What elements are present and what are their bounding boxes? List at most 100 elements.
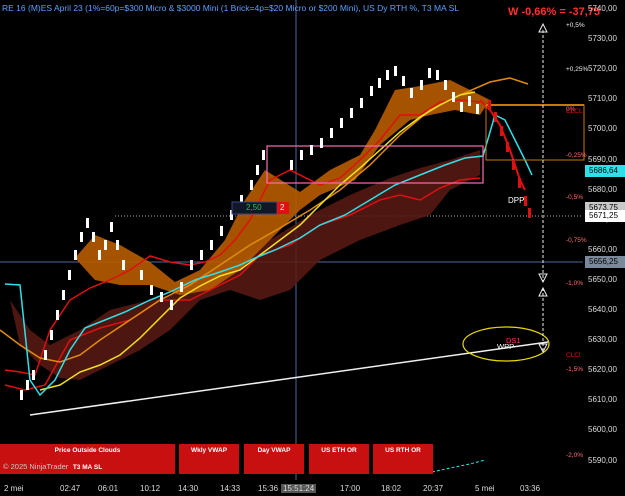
renko-brick — [340, 118, 343, 128]
renko-brick — [360, 98, 363, 108]
renko-brick-down — [512, 160, 515, 170]
price-axis-label: 5720,00 — [588, 64, 617, 74]
percent-level-label: -0,25% — [566, 152, 587, 159]
renko-brick — [110, 222, 113, 232]
percent-level-label: +0,25% — [566, 66, 589, 73]
renko-brick-down — [518, 178, 521, 188]
renko-brick-down — [500, 126, 503, 136]
renko-brick-down — [506, 142, 509, 152]
copyright: © 2025 NinjaTrader — [3, 462, 69, 471]
us-eth-or-button[interactable]: US ETH OR — [309, 444, 369, 474]
price-axis-label: 5640,00 — [588, 305, 617, 314]
renko-brick — [256, 165, 259, 175]
renko-brick — [160, 292, 163, 302]
time-axis-label: 15:36 — [258, 484, 279, 493]
box-left-value: 2,50 — [246, 203, 262, 212]
price-axis-label: 5610,00 — [588, 395, 617, 405]
renko-brick — [68, 270, 71, 280]
pnl-readout: W -0,66% = -37,75 — [508, 6, 601, 18]
renko-brick — [80, 232, 83, 242]
price-axis-label: 5590,00 — [588, 455, 617, 465]
renko-brick — [250, 180, 253, 190]
renko-brick-down — [528, 208, 531, 218]
renko-brick — [262, 150, 265, 160]
clcl-label: CLCL — [566, 108, 583, 115]
clcl-label-2: CLCl — [566, 352, 581, 359]
renko-brick — [104, 240, 107, 250]
price-axis-label: 5650,00 — [588, 274, 617, 284]
renko-brick — [44, 350, 47, 360]
renko-brick — [150, 285, 153, 295]
ds1-label: DS1 — [506, 336, 521, 345]
percent-level-label: -1,5% — [566, 366, 583, 373]
renko-brick — [290, 160, 293, 170]
price-axis-label: 5680,00 — [588, 184, 617, 194]
renko-brick — [428, 68, 431, 78]
time-axis-label: 02:47 — [60, 484, 81, 493]
time-axis-label: 03:36 — [520, 484, 541, 493]
percent-level-label: -2,0% — [566, 452, 583, 459]
day-vwap-button[interactable]: Day VWAP — [244, 444, 304, 474]
time-axis-label: 10:12 — [140, 484, 161, 493]
renko-brick — [98, 250, 101, 260]
time-axis-label: 06:01 — [98, 484, 119, 493]
time-axis-label: 18:02 — [381, 484, 402, 493]
renko-brick — [56, 310, 59, 320]
renko-brick — [200, 250, 203, 260]
renko-brick — [62, 290, 65, 300]
renko-brick — [310, 145, 313, 155]
renko-brick — [320, 138, 323, 148]
price-axis-label: 5620,00 — [588, 365, 617, 375]
box-right-value: 2 — [280, 203, 285, 212]
renko-brick — [86, 218, 89, 228]
renko-brick — [370, 86, 373, 96]
renko-brick — [350, 108, 353, 118]
percent-level-label: -0,5% — [566, 194, 583, 201]
renko-brick-down — [488, 100, 491, 110]
price-axis-label: 5660,00 — [588, 244, 617, 254]
time-axis-label: 20:37 — [423, 484, 444, 493]
renko-brick — [468, 96, 471, 106]
time-axis-label: 17:00 — [340, 484, 361, 493]
renko-brick — [116, 240, 119, 250]
renko-brick — [220, 226, 223, 236]
badge-last-price: 5671,25 — [585, 210, 625, 222]
price-axis-label: 5690,00 — [588, 154, 617, 164]
renko-brick — [92, 232, 95, 242]
renko-brick — [330, 128, 333, 138]
renko-brick — [378, 78, 381, 88]
price-axis-label: 5700,00 — [588, 124, 617, 134]
renko-brick — [140, 270, 143, 280]
price-axis-label: 5710,00 — [588, 94, 617, 104]
badge-cyan-ma: 5686,64 — [585, 165, 625, 177]
renko-brick — [410, 88, 413, 98]
time-axis-label: 2 mei — [4, 484, 24, 493]
percent-level-label: +0,5% — [566, 22, 585, 29]
renko-brick — [170, 300, 173, 310]
wkly-vwap-button[interactable]: Wkly VWAP — [179, 444, 239, 474]
percent-level-label: -1,0% — [566, 280, 583, 287]
renko-brick — [122, 260, 125, 270]
renko-brick — [210, 240, 213, 250]
price-axis-label: 5600,00 — [588, 425, 617, 435]
renko-brick — [50, 330, 53, 340]
chart-title: RE 16 (M)ES April 23 (1%=60p=$300 Micro … — [2, 3, 459, 13]
renko-brick — [20, 390, 23, 400]
renko-brick-down — [494, 112, 497, 122]
time-axis-label: 14:33 — [220, 484, 241, 493]
renko-brick — [190, 260, 193, 270]
us-rth-or-button[interactable]: US RTH OR — [373, 444, 433, 474]
time-axis-label: 15:51:24 — [281, 484, 317, 493]
price-axis-label: 5740,00 — [588, 4, 617, 13]
time-axis-label: 14:30 — [178, 484, 199, 493]
renko-brick — [394, 66, 397, 76]
renko-brick — [420, 80, 423, 90]
renko-brick — [476, 104, 479, 114]
cyan-dashed-line — [431, 459, 486, 473]
chart-canvas[interactable] — [0, 0, 625, 496]
badge-crosshair-price: 5656,25 — [585, 256, 625, 268]
renko-brick — [32, 370, 35, 380]
dpp-label: DPP — [508, 196, 525, 205]
renko-brick — [444, 80, 447, 90]
renko-brick — [26, 380, 29, 390]
